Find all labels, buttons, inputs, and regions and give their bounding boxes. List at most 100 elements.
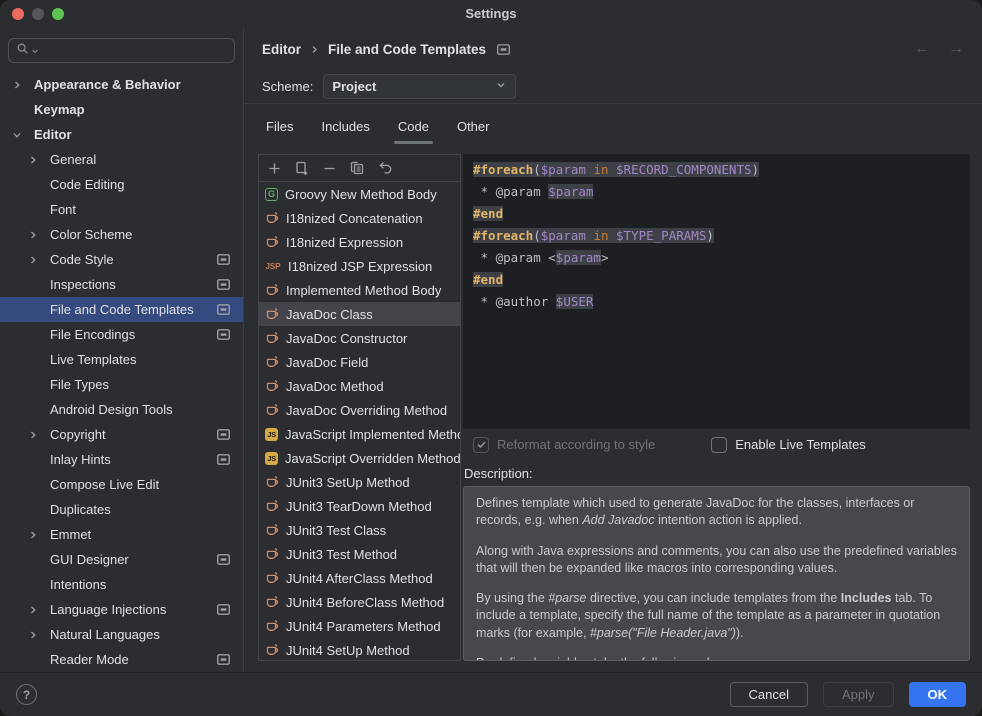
code-line: * @param $param — [473, 181, 960, 203]
tab-files[interactable]: Files — [256, 104, 303, 149]
chevron-right-icon[interactable] — [28, 605, 50, 615]
sidebar-item-label: Emmet — [50, 527, 243, 542]
template-item-javadoc-overriding-method[interactable]: JavaDoc Overriding Method — [259, 398, 460, 422]
template-item-javadoc-constructor[interactable]: JavaDoc Constructor — [259, 326, 460, 350]
sidebar-item-label: Language Injections — [50, 602, 217, 617]
chevron-right-icon[interactable] — [28, 630, 50, 640]
sidebar-item-code-editing[interactable]: Code Editing — [0, 172, 243, 197]
template-item-junit4-beforeclass-method[interactable]: JUnit4 BeforeClass Method — [259, 590, 460, 614]
sidebar-item-compose-live-edit[interactable]: Compose Live Edit — [0, 472, 243, 497]
sidebar-item-label: File Types — [50, 377, 243, 392]
sidebar-item-file-types[interactable]: File Types — [0, 372, 243, 397]
chevron-right-icon[interactable] — [12, 80, 34, 90]
help-button[interactable]: ? — [16, 684, 37, 705]
sidebar-item-intentions[interactable]: Intentions — [0, 572, 243, 597]
forward-button[interactable]: → — [948, 40, 964, 58]
project-settings-icon — [217, 303, 243, 316]
sidebar-item-file-encodings[interactable]: File Encodings — [0, 322, 243, 347]
template-item-javascript-implemented-method-body[interactable]: JSJavaScript Implemented Method Body — [259, 422, 460, 446]
chevron-right-icon[interactable] — [28, 430, 50, 440]
java-file-icon — [265, 475, 279, 489]
project-settings-icon — [217, 453, 243, 466]
sidebar-item-gui-designer[interactable]: GUI Designer — [0, 547, 243, 572]
template-item-i18nized-expression[interactable]: I18nized Expression — [259, 230, 460, 254]
settings-sidebar: Appearance & BehaviorKeymapEditorGeneral… — [0, 28, 244, 672]
template-item-junit4-setup-method[interactable]: JUnit4 SetUp Method — [259, 638, 460, 660]
apply-button[interactable]: Apply — [823, 682, 894, 707]
sidebar-item-keymap[interactable]: Keymap — [0, 97, 243, 122]
reformat-checkbox[interactable] — [473, 437, 489, 453]
breadcrumb-item-file-and-code-templates[interactable]: File and Code Templates — [328, 42, 486, 57]
project-settings-icon — [217, 603, 243, 616]
template-item-i18nized-jsp-expression[interactable]: JSPI18nized JSP Expression — [259, 254, 460, 278]
sidebar-item-copyright[interactable]: Copyright — [0, 422, 243, 447]
sidebar-item-android-design-tools[interactable]: Android Design Tools — [0, 397, 243, 422]
sidebar-item-general[interactable]: General — [0, 147, 243, 172]
template-item-implemented-method-body[interactable]: Implemented Method Body — [259, 278, 460, 302]
sidebar-item-reader-mode[interactable]: Reader Mode — [0, 647, 243, 672]
scheme-select[interactable]: Project — [323, 74, 516, 99]
add-template-button[interactable] — [267, 161, 282, 176]
settings-content: Editor File and Code Templates ← → Schem… — [244, 28, 982, 672]
chevron-right-icon[interactable] — [28, 255, 50, 265]
project-settings-icon — [217, 253, 243, 266]
sidebar-item-label: Duplicates — [50, 502, 243, 517]
sidebar-item-natural-languages[interactable]: Natural Languages — [0, 622, 243, 647]
chevron-down-icon[interactable] — [12, 130, 34, 140]
copy-template-button[interactable] — [349, 160, 365, 176]
sidebar-item-language-injections[interactable]: Language Injections — [0, 597, 243, 622]
sidebar-item-appearance-behavior[interactable]: Appearance & Behavior — [0, 72, 243, 97]
tab-includes[interactable]: Includes — [311, 104, 379, 149]
template-item-junit3-teardown-method[interactable]: JUnit3 TearDown Method — [259, 494, 460, 518]
tab-code[interactable]: Code — [388, 104, 439, 149]
chevron-right-icon[interactable] — [28, 230, 50, 240]
template-item-junit3-test-class[interactable]: JUnit3 Test Class — [259, 518, 460, 542]
tab-other[interactable]: Other — [447, 104, 500, 149]
template-item-junit3-test-method[interactable]: JUnit3 Test Method — [259, 542, 460, 566]
search-field[interactable] — [8, 38, 235, 63]
sidebar-item-label: File and Code Templates — [50, 302, 217, 317]
chevron-right-icon[interactable] — [28, 155, 50, 165]
template-item-javadoc-field[interactable]: JavaDoc Field — [259, 350, 460, 374]
breadcrumb-item-editor[interactable]: Editor — [262, 42, 301, 57]
template-item-junit3-setup-method[interactable]: JUnit3 SetUp Method — [259, 470, 460, 494]
create-child-template-button[interactable] — [294, 160, 310, 176]
sidebar-item-live-templates[interactable]: Live Templates — [0, 347, 243, 372]
sidebar-item-file-and-code-templates[interactable]: File and Code Templates — [0, 297, 243, 322]
sidebar-item-editor[interactable]: Editor — [0, 122, 243, 147]
project-settings-icon — [217, 653, 243, 666]
description-paragraph: By using the #parse directive, you can i… — [476, 590, 957, 642]
template-item-junit4-parameters-method[interactable]: JUnit4 Parameters Method — [259, 614, 460, 638]
description-box[interactable]: Defines template which used to generate … — [463, 486, 970, 661]
back-button[interactable]: ← — [914, 40, 930, 58]
remove-template-button[interactable] — [322, 161, 337, 176]
cancel-button[interactable]: Cancel — [730, 682, 808, 707]
template-item-javascript-overridden-method-body[interactable]: JSJavaScript Overridden Method Body — [259, 446, 460, 470]
project-settings-icon — [217, 328, 243, 341]
sidebar-item-duplicates[interactable]: Duplicates — [0, 497, 243, 522]
settings-window: Settings Appearance & BehaviorKeymapEdit… — [0, 0, 982, 716]
template-item-i18nized-concatenation[interactable]: I18nized Concatenation — [259, 206, 460, 230]
template-item-javadoc-class[interactable]: JavaDoc Class — [259, 302, 460, 326]
search-input[interactable] — [40, 43, 227, 58]
sidebar-item-emmet[interactable]: Emmet — [0, 522, 243, 547]
chevron-right-icon[interactable] — [28, 530, 50, 540]
reset-template-button[interactable] — [377, 160, 393, 176]
sidebar-item-inlay-hints[interactable]: Inlay Hints — [0, 447, 243, 472]
search-history-chevron-icon[interactable] — [31, 43, 39, 58]
sidebar-item-code-style[interactable]: Code Style — [0, 247, 243, 272]
reformat-checkbox-label: Reformat according to style — [497, 437, 655, 452]
live-templates-checkbox[interactable] — [711, 437, 727, 453]
ok-button[interactable]: OK — [909, 682, 967, 707]
description-label: Description: — [463, 460, 970, 486]
java-file-icon — [265, 571, 279, 585]
template-item-groovy-new-method-body[interactable]: GGroovy New Method Body — [259, 182, 460, 206]
settings-tree: Appearance & BehaviorKeymapEditorGeneral… — [0, 72, 243, 672]
sidebar-item-color-scheme[interactable]: Color Scheme — [0, 222, 243, 247]
template-code-editor[interactable]: #foreach($param in $RECORD_COMPONENTS) *… — [463, 154, 970, 429]
template-item-javadoc-method[interactable]: JavaDoc Method — [259, 374, 460, 398]
sidebar-item-font[interactable]: Font — [0, 197, 243, 222]
sidebar-item-inspections[interactable]: Inspections — [0, 272, 243, 297]
sidebar-item-label: Reader Mode — [50, 652, 217, 667]
template-item-junit4-afterclass-method[interactable]: JUnit4 AfterClass Method — [259, 566, 460, 590]
